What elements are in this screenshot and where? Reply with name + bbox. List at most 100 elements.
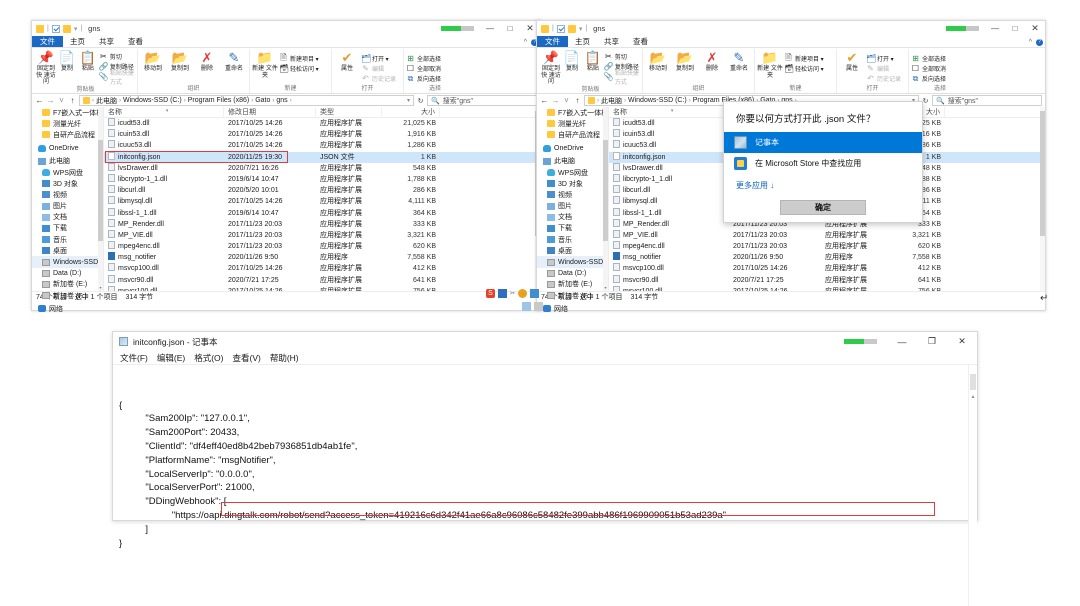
invert-selection-button[interactable]: ⧉反向选择	[406, 74, 441, 83]
file-name-cell[interactable]: libcrypto-1_1.dll	[609, 174, 729, 185]
select-all-button[interactable]: ⊞全部选择	[406, 54, 441, 63]
table-row[interactable]: msvcr100.dll2017/10/25 14:26应用程序扩展756 KB	[609, 286, 1045, 291]
file-name-cell[interactable]: mpeg4enc.dll	[609, 241, 729, 252]
notepad-text-area[interactable]: { "Sam200Ip": "127.0.0.1", "Sam200Port":…	[113, 365, 977, 606]
table-row[interactable]: msvcp100.dll2017/10/25 14:26应用程序扩展412 KB	[104, 263, 540, 274]
tab-view[interactable]: 查看	[121, 36, 150, 47]
nav-scrollbar[interactable]	[98, 107, 103, 291]
nav-item-r7[interactable]: 视频	[537, 189, 608, 200]
file-name-cell[interactable]: MP_Render.dll	[609, 219, 729, 230]
recent-locations-button-right[interactable]: ˅	[562, 96, 571, 105]
nav-item-10[interactable]: 下载	[32, 223, 103, 234]
new-item-button[interactable]: 🗎新建项目 ▾	[279, 54, 319, 63]
file-list-header[interactable]: 名称▾ 修改日期 类型 大小	[104, 107, 540, 118]
copy-to-button-right[interactable]: 📂复制到	[672, 49, 698, 73]
nav-item-14[interactable]: Data (D:)	[32, 268, 103, 279]
recent-locations-button[interactable]: ˅	[57, 96, 66, 105]
more-apps-link[interactable]: 更多应用 ↓	[724, 174, 922, 193]
nav-item-9[interactable]: 文档	[32, 212, 103, 223]
minimize-button-right[interactable]: —	[985, 21, 1005, 36]
nav-item-windows-ssd-right[interactable]: Windows-SSD (	[537, 256, 608, 267]
chevron-up-icon[interactable]: ^	[524, 39, 527, 46]
ribbon-tabs-right[interactable]: 文件 主页 共享 查看 ^ ?	[537, 36, 1045, 48]
ribbon-tabs[interactable]: 文件 主页 共享 查看 ^ ?	[32, 36, 540, 48]
file-name-cell[interactable]: icuuc53.dll	[609, 140, 729, 151]
table-row[interactable]: icudt53.dll2017/10/25 14:26应用程序扩展21,025 …	[104, 118, 540, 129]
notepad-window-controls[interactable]: — ❐ ✕	[844, 332, 977, 351]
forward-button[interactable]: →	[46, 96, 55, 105]
nav-item-2[interactable]: 自研产品流程	[32, 129, 103, 140]
file-scrollbar-right[interactable]	[1040, 107, 1045, 291]
tab-file-right[interactable]: 文件	[537, 36, 568, 47]
new-folder-button-right[interactable]: 📁新建 文件夹	[757, 49, 783, 79]
table-row[interactable]: MP_Render.dll2017/11/23 20:03应用程序扩展333 K…	[104, 219, 540, 230]
file-name-cell[interactable]: icudt53.dll	[104, 118, 224, 129]
breadcrumb[interactable]: › 此电脑 › Windows-SSD (C:) › Program Files…	[79, 95, 414, 106]
paste-shortcut-button[interactable]: 📎粘贴快捷方式	[99, 72, 135, 81]
quick-access-toolbar[interactable]: | ▾ | gns	[34, 24, 100, 33]
table-row[interactable]: libcurl.dll2020/5/20 10:01应用程序扩展286 KB	[104, 185, 540, 196]
nav-item-0[interactable]: F7嵌入式一体机	[32, 107, 103, 118]
nav-item-5[interactable]: WPS网盘	[32, 167, 103, 178]
paste-button-right[interactable]: 📋粘贴	[583, 49, 603, 73]
emoji-icon[interactable]	[518, 289, 527, 298]
maximize-button[interactable]: □	[500, 21, 520, 36]
paste-button[interactable]: 📋 粘贴	[78, 49, 98, 73]
nav-item-r14[interactable]: Data (D:)	[537, 268, 608, 279]
table-row[interactable]: msvcr90.dll2020/7/21 17:25应用程序扩展641 KB	[104, 275, 540, 286]
s-icon[interactable]: S	[486, 289, 495, 298]
table-row[interactable]: mpeg4enc.dll2017/11/23 20:03应用程序扩展620 KB	[609, 241, 1045, 252]
table-row[interactable]: msg_notifier2020/11/26 9:50应用程序7,558 KB	[609, 252, 1045, 263]
nav-item-onedrive[interactable]: OneDrive	[32, 143, 103, 154]
cut-button-right[interactable]: ✂剪切	[604, 52, 640, 61]
file-name-cell[interactable]: lvsDrawer.dll	[104, 163, 224, 174]
table-row[interactable]: libssl-1_1.dll2019/6/14 10:47应用程序扩展364 K…	[104, 208, 540, 219]
nav-item-15[interactable]: 新加卷 (E:)	[32, 279, 103, 290]
copy-button[interactable]: 📄 复制	[57, 49, 77, 73]
nav-item-12[interactable]: 桌面	[32, 245, 103, 256]
window-controls[interactable]: — □ ✕	[441, 21, 540, 36]
open-button[interactable]: 🗂打开 ▾	[361, 54, 396, 63]
nav-item-r0[interactable]: F7嵌入式一体机	[537, 107, 608, 118]
breadcrumb-item-2[interactable]: Program Files (x86)	[188, 97, 249, 104]
delete-button[interactable]: ✗ 删除	[194, 49, 220, 73]
menu-view[interactable]: 查看(V)	[232, 352, 260, 364]
file-name-cell[interactable]: libmysql.dll	[104, 196, 224, 207]
notepad-minimize-button[interactable]: —	[887, 332, 917, 351]
breadcrumb-item-1[interactable]: Windows-SSD (C:)	[123, 97, 182, 104]
floating-toolbar[interactable]: S ✂	[486, 289, 539, 298]
nav-item-r6[interactable]: 3D 对象	[537, 178, 608, 189]
explorer-window-left[interactable]: | ▾ | gns — □ ✕ 文件 主页 共享 查看 ^ ? 📌	[31, 20, 541, 311]
notepad-menu-bar[interactable]: 文件(F) 编辑(E) 格式(O) 查看(V) 帮助(H)	[113, 351, 977, 365]
download-icon[interactable]	[530, 289, 539, 298]
move-to-button-right[interactable]: 📂移动到	[645, 49, 671, 73]
file-name-cell[interactable]: msg_notifier	[609, 252, 729, 263]
easy-access-button-right[interactable]: 🗃轻松访问 ▾	[784, 64, 824, 73]
folder-icon[interactable]	[541, 25, 549, 33]
notepad-window[interactable]: initconfig.json - 记事本 — ❐ ✕ 文件(F) 编辑(E) …	[112, 331, 978, 521]
ribbon-help-row-right[interactable]: ^ ?	[1029, 36, 1043, 48]
nav-item-r16[interactable]: 新加卷 (F:)	[537, 290, 608, 301]
pin-to-quick-access-button-right[interactable]: 📌固定到快 速访问	[541, 49, 561, 86]
nav-item-windows-ssd[interactable]: Windows-SSD (	[32, 256, 103, 267]
file-name-cell[interactable]: msvcr90.dll	[609, 275, 729, 286]
rename-button-right[interactable]: ✎重命名	[726, 49, 752, 73]
nav-item-r1[interactable]: 测量光纤	[537, 118, 608, 129]
file-name-cell[interactable]: msvcr100.dll	[104, 286, 224, 291]
panel-icon[interactable]	[534, 302, 543, 311]
nav-item-r11[interactable]: 音乐	[537, 234, 608, 245]
breadcrumb-item-0[interactable]: 此电脑	[96, 96, 117, 106]
copy-button-right[interactable]: 📄复制	[562, 49, 582, 73]
nav-item-r15[interactable]: 新加卷 (E:)	[537, 279, 608, 290]
table-row[interactable]: msvcr100.dll2017/10/25 14:26应用程序扩展756 KB	[104, 286, 540, 291]
tab-home[interactable]: 主页	[63, 36, 92, 47]
file-name-cell[interactable]: MP_Render.dll	[104, 219, 224, 230]
nav-item-8[interactable]: 图片	[32, 201, 103, 212]
file-name-cell[interactable]: icuin53.dll	[104, 129, 224, 140]
chevron-down-icon[interactable]: ▾	[579, 25, 583, 33]
column-header-name[interactable]: 名称▾	[104, 107, 224, 118]
file-name-cell[interactable]: libcurl.dll	[609, 185, 729, 196]
title-bar-right[interactable]: | ▾ | gns — □ ✕	[537, 21, 1045, 36]
table-row[interactable]: icuin53.dll2017/10/25 14:26应用程序扩展1,916 K…	[104, 129, 540, 140]
file-name-cell[interactable]: libmysql.dll	[609, 196, 729, 207]
